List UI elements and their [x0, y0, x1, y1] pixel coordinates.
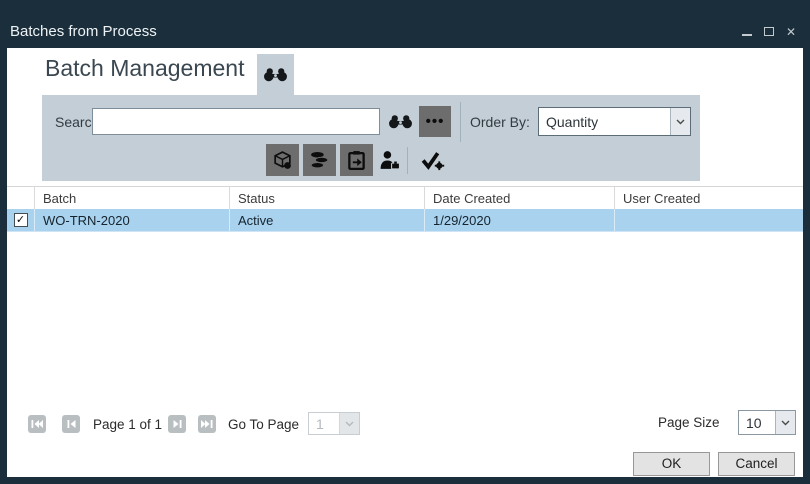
header-checkbox-column: [7, 187, 35, 209]
minimize-icon: [742, 29, 752, 36]
approve-settings-button[interactable]: [416, 145, 448, 175]
ok-button[interactable]: OK: [633, 452, 710, 476]
toolbar-divider: [407, 147, 408, 174]
column-header-status[interactable]: Status: [230, 187, 425, 209]
page-size-select[interactable]: 10: [738, 410, 796, 435]
clipboard-arrow-icon: [347, 150, 366, 171]
item-cube-button[interactable]: [266, 144, 299, 176]
page-size-value: 10: [739, 415, 775, 431]
close-button[interactable]: ✕: [786, 26, 796, 38]
page-title: Batch Management: [45, 55, 244, 82]
user-assign-button[interactable]: [374, 145, 404, 175]
binoculars-icon: [388, 114, 413, 129]
first-page-icon: [31, 419, 43, 429]
coins-stack-icon: [309, 150, 330, 171]
inventory-coins-button[interactable]: [303, 144, 336, 176]
cell-user-created: [615, 209, 803, 231]
toolbar-panel: Search: ••• Order By: Quantity: [42, 95, 700, 181]
window-title: Batches from Process: [10, 23, 157, 40]
column-header-date-created[interactable]: Date Created: [425, 187, 615, 209]
search-go-button[interactable]: [386, 111, 414, 131]
binoculars-icon: [263, 67, 288, 82]
check-gear-icon: [420, 150, 445, 171]
column-header-user-created[interactable]: User Created: [615, 187, 803, 209]
window-controls: ✕: [742, 25, 796, 39]
go-to-page-select[interactable]: 1: [308, 412, 360, 435]
minimize-button[interactable]: [742, 26, 752, 38]
chevron-down-icon: [339, 413, 359, 434]
row-checkbox-cell: ✓: [7, 209, 35, 231]
toolbar-divider: [460, 102, 461, 142]
row-checkbox[interactable]: ✓: [14, 213, 28, 227]
title-bar: Batches from Process ✕: [0, 0, 810, 48]
chevron-down-icon[interactable]: [775, 411, 795, 434]
page-size-label: Page Size: [658, 415, 720, 430]
order-by-label: Order By:: [470, 114, 530, 130]
ellipsis-icon: •••: [426, 113, 445, 130]
first-page-button[interactable]: [28, 415, 46, 433]
column-header-batch[interactable]: Batch: [35, 187, 230, 209]
go-to-page-value: 1: [309, 416, 339, 432]
page-indicator: Page 1 of 1: [93, 417, 162, 432]
table-row[interactable]: ✓ WO-TRN-2020 Active 1/29/2020: [7, 209, 803, 232]
order-by-select[interactable]: Quantity: [538, 107, 691, 136]
tab-search[interactable]: [257, 54, 294, 95]
maximize-button[interactable]: [764, 26, 774, 38]
dialog-window: Batches from Process ✕ Batch Management …: [0, 0, 810, 484]
maximize-icon: [764, 27, 774, 36]
work-order-button[interactable]: [340, 144, 373, 176]
table-header: Batch Status Date Created User Created: [7, 186, 803, 209]
previous-page-icon: [67, 419, 76, 429]
cube-gear-icon: [272, 150, 293, 171]
previous-page-button[interactable]: [62, 415, 80, 433]
more-options-button[interactable]: •••: [419, 106, 451, 137]
search-input[interactable]: [92, 108, 380, 135]
cell-date-created: 1/29/2020: [425, 209, 615, 231]
dialog-content: Batch Management Search:: [7, 48, 803, 477]
person-briefcase-icon: [378, 150, 401, 171]
cancel-button[interactable]: Cancel: [718, 452, 795, 476]
check-icon: ✓: [16, 215, 25, 226]
go-to-page-label: Go To Page: [228, 417, 299, 432]
next-page-icon: [173, 419, 182, 429]
last-page-button[interactable]: [198, 415, 216, 433]
cell-status: Active: [230, 209, 425, 231]
chevron-down-icon[interactable]: [670, 108, 690, 135]
next-page-button[interactable]: [168, 415, 186, 433]
cell-batch: WO-TRN-2020: [35, 209, 230, 231]
last-page-icon: [201, 419, 213, 429]
order-by-value: Quantity: [539, 114, 670, 130]
